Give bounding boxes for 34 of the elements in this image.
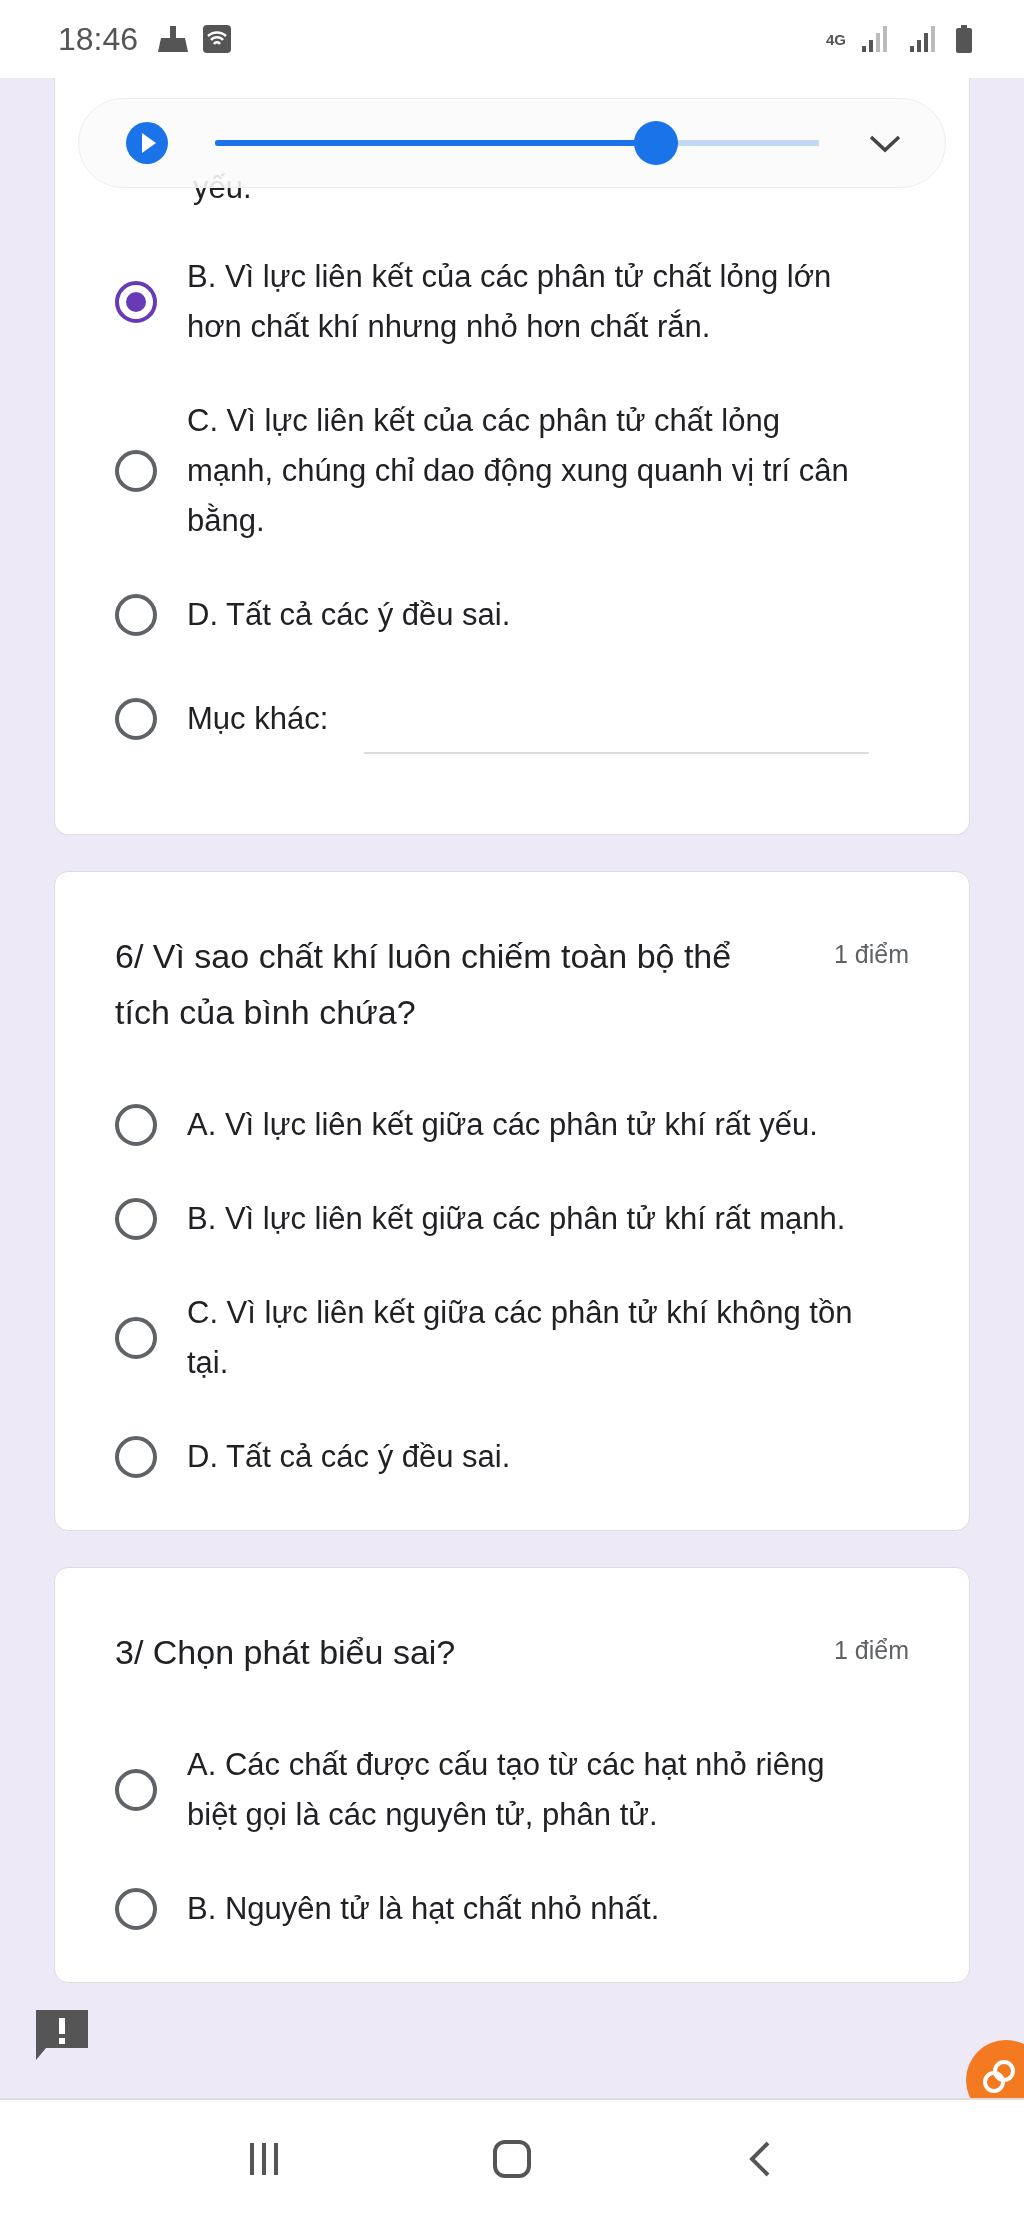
option-label[interactable]: A. Vì lực liên kết giữa các phân tử khí rất yếu. bbox=[187, 1100, 869, 1150]
radio-button[interactable] bbox=[115, 1436, 157, 1478]
option-label[interactable]: C. Vì lực liên kết của các phân tử chất lỏng mạnh, chúng chỉ dao động xung quanh vị trí cân bằng. bbox=[187, 396, 869, 546]
radio-button[interactable] bbox=[115, 1104, 157, 1146]
radio-button[interactable] bbox=[115, 1888, 157, 1930]
option-label[interactable]: D. Tất cả các ý đều sai. bbox=[187, 1432, 869, 1482]
home-icon[interactable] bbox=[492, 2138, 532, 2179]
network-type: 4G bbox=[826, 31, 846, 47]
radio-button[interactable] bbox=[115, 450, 157, 492]
option-label[interactable]: A. Các chất được cấu tạo từ các hạt nhỏ riêng biệt gọi là các nguyên tử, phân tử. bbox=[187, 1740, 869, 1840]
option-label-fragment: yếu. bbox=[192, 169, 253, 207]
radio-button[interactable] bbox=[115, 698, 157, 740]
radio-button[interactable] bbox=[115, 1198, 157, 1240]
radio-button[interactable] bbox=[115, 594, 157, 636]
clock-time: 18:46 bbox=[58, 20, 139, 58]
question-title: 3/ Chọn phát biểu sai? bbox=[115, 1632, 457, 1673]
option-label[interactable]: Mục khác: bbox=[187, 694, 329, 744]
question-title: 6/ Vì sao chất khí luôn chiếm toàn bộ thể tích của bình chứa? bbox=[115, 936, 733, 1033]
option-label[interactable]: B. Vì lực liên kết giữa các phân tử khí rất mạnh. bbox=[187, 1194, 869, 1244]
play-icon[interactable] bbox=[125, 121, 169, 165]
option-label[interactable]: D. Tất cả các ý đều sai. bbox=[187, 590, 869, 640]
option-label[interactable]: B. Vì lực liên kết của các phân tử chất lỏng lớn hơn chất khí nhưng nhỏ hơn chất rắn. bbox=[187, 252, 869, 352]
option-label[interactable]: C. Vì lực liên kết giữa các phân tử khí không tồn tại. bbox=[187, 1288, 869, 1388]
radio-button[interactable] bbox=[115, 1769, 157, 1811]
option-label[interactable]: B. Nguyên tử là hạt chất nhỏ nhất. bbox=[187, 1884, 869, 1934]
points-label: 1 điểm bbox=[833, 939, 909, 969]
wifi-icon bbox=[202, 24, 233, 54]
broom-icon bbox=[156, 24, 191, 54]
floating-action-icon[interactable] bbox=[966, 2038, 1024, 2098]
radio-button[interactable] bbox=[115, 1317, 157, 1359]
feedback-icon[interactable] bbox=[34, 2008, 90, 2062]
radio-button[interactable] bbox=[115, 281, 157, 323]
points-label: 1 điểm bbox=[833, 1635, 909, 1665]
battery-icon bbox=[954, 24, 974, 54]
